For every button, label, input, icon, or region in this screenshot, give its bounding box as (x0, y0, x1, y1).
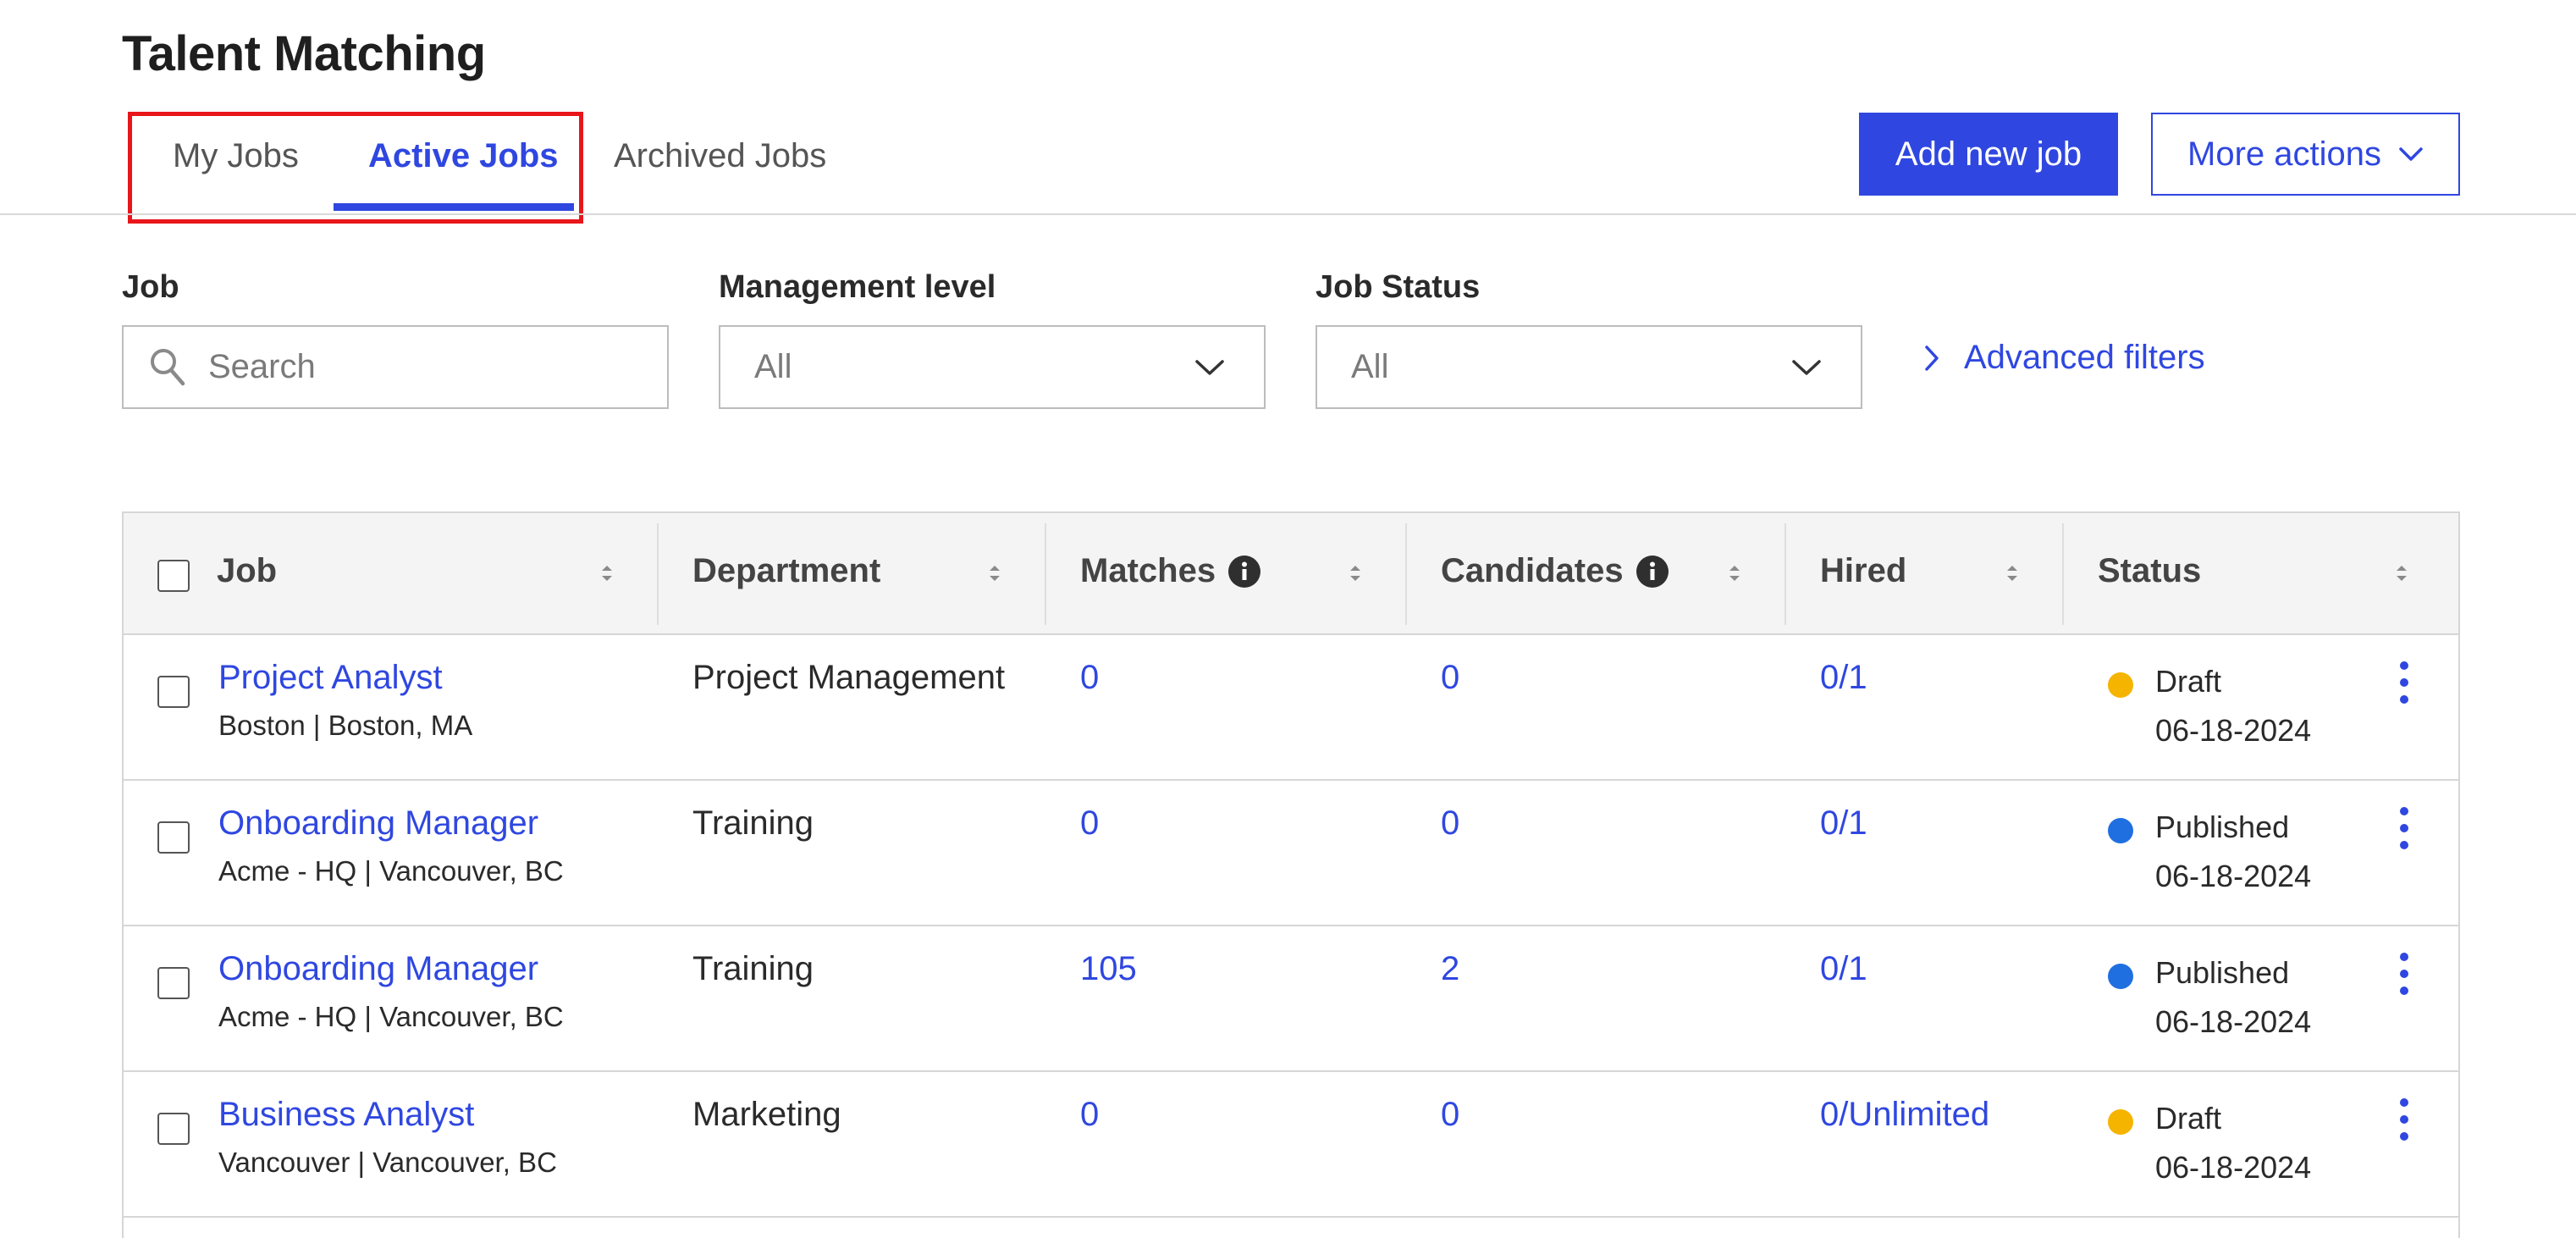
tab-archived-jobs[interactable]: Archived Jobs (614, 137, 826, 175)
table-row: Business Analyst Vancouver | Vancouver, … (124, 1072, 2458, 1218)
column-separator (1784, 523, 1786, 625)
job-search-input[interactable]: Search (122, 325, 669, 409)
column-label: Status (2098, 552, 2202, 589)
column-label: Candidates (1441, 552, 1624, 589)
candidates-link[interactable]: 0 (1441, 804, 1459, 843)
hired-link[interactable]: 0/Unlimited (1820, 1096, 1989, 1134)
status-date: 06-18-2024 (2155, 713, 2312, 748)
job-status-label: Job Status (1316, 269, 1481, 305)
status-date: 06-18-2024 (2155, 1150, 2312, 1185)
table-row: Project Analyst Boston | Boston, MA Proj… (124, 635, 2458, 781)
job-location: Vancouver | Vancouver, BC (218, 1147, 557, 1178)
more-actions-button[interactable]: More actions (2151, 113, 2460, 196)
chevron-right-icon (1925, 345, 1939, 371)
column-label: Job (217, 552, 278, 589)
page-title: Talent Matching (122, 26, 486, 81)
column-label: Hired (1820, 552, 1907, 589)
row-checkbox[interactable] (157, 821, 190, 854)
jobs-table: Job Department Matches Candidates Hired … (122, 511, 2460, 1238)
department-cell: Training (692, 804, 814, 842)
sort-icon[interactable] (2003, 561, 2022, 586)
status-dot (2108, 1109, 2133, 1135)
more-actions-label: More actions (2187, 135, 2381, 173)
status-label: Draft (2155, 664, 2222, 699)
row-checkbox[interactable] (157, 676, 190, 708)
table-row: Onboarding Manager Acme - HQ | Vancouver… (124, 926, 2458, 1072)
add-new-job-button[interactable]: Add new job (1859, 113, 2118, 196)
status-label: Published (2155, 955, 2290, 990)
info-icon[interactable] (1227, 555, 1261, 589)
kebab-menu-icon[interactable] (2387, 659, 2421, 710)
status-date: 06-18-2024 (2155, 859, 2312, 893)
job-location: Acme - HQ | Vancouver, BC (218, 855, 564, 887)
table-header: Job Department Matches Candidates Hired … (124, 513, 2458, 635)
tabs-highlight-box (128, 112, 583, 224)
department-cell: Marketing (692, 1096, 841, 1133)
column-separator (1045, 523, 1046, 625)
department-cell: Training (692, 950, 814, 987)
job-filter-label: Job (122, 269, 179, 305)
matches-link[interactable]: 0 (1080, 1096, 1099, 1134)
kebab-menu-icon[interactable] (2387, 950, 2421, 1001)
management-level-select[interactable]: All (719, 325, 1266, 409)
candidates-link[interactable]: 0 (1441, 1096, 1459, 1134)
status-dot (2108, 964, 2133, 989)
status-dot (2108, 672, 2133, 698)
job-title-link[interactable]: Project Analyst (218, 659, 443, 697)
kebab-menu-icon[interactable] (2387, 804, 2421, 855)
column-header-hired[interactable]: Hired (1820, 552, 1906, 590)
column-header-department[interactable]: Department (692, 552, 880, 590)
select-all-checkbox[interactable] (157, 560, 190, 592)
hired-link[interactable]: 0/1 (1820, 659, 1867, 697)
matches-link[interactable]: 105 (1080, 950, 1137, 988)
column-separator (657, 523, 659, 625)
table-row: Onboarding Manager Acme - HQ | Vancouver… (124, 781, 2458, 926)
job-title-link[interactable]: Onboarding Manager (218, 950, 538, 988)
column-header-candidates[interactable]: Candidates (1441, 552, 1669, 590)
search-icon (151, 348, 185, 385)
matches-link[interactable]: 0 (1080, 804, 1099, 843)
sort-icon[interactable] (1725, 561, 1744, 586)
management-level-label: Management level (719, 269, 996, 305)
chevron-down-icon (1792, 359, 1821, 375)
column-separator (1405, 523, 1407, 625)
job-title-link[interactable]: Business Analyst (218, 1096, 474, 1134)
chevron-down-icon (2399, 147, 2423, 161)
sort-icon[interactable] (598, 561, 616, 586)
job-status-select[interactable]: All (1316, 325, 1862, 409)
job-location: Acme - HQ | Vancouver, BC (218, 1001, 564, 1032)
column-header-status[interactable]: Status (2098, 552, 2201, 590)
status-dot (2108, 818, 2133, 843)
row-checkbox[interactable] (157, 1113, 190, 1145)
management-level-value: All (754, 348, 792, 385)
department-cell: Project Management (692, 659, 1006, 696)
hired-link[interactable]: 0/1 (1820, 950, 1867, 988)
status-label: Draft (2155, 1101, 2222, 1136)
chevron-down-icon (1195, 359, 1224, 375)
advanced-filters-link[interactable]: Advanced filters (1923, 339, 2205, 377)
kebab-menu-icon[interactable] (2387, 1096, 2421, 1147)
job-location: Boston | Boston, MA (218, 710, 473, 741)
sort-icon[interactable] (985, 561, 1004, 586)
column-label: Department (692, 552, 881, 589)
column-header-matches[interactable]: Matches (1080, 552, 1261, 590)
sort-icon[interactable] (2392, 561, 2411, 586)
status-date: 06-18-2024 (2155, 1004, 2312, 1039)
candidates-link[interactable]: 0 (1441, 659, 1459, 697)
candidates-link[interactable]: 2 (1441, 950, 1459, 988)
job-title-link[interactable]: Onboarding Manager (218, 804, 538, 843)
job-status-value: All (1351, 348, 1389, 385)
job-search-placeholder: Search (208, 348, 316, 385)
status-label: Published (2155, 810, 2290, 844)
column-separator (2062, 523, 2064, 625)
advanced-filters-label: Advanced filters (1964, 339, 2205, 376)
column-header-job[interactable]: Job (217, 552, 277, 590)
column-label: Matches (1080, 552, 1216, 589)
matches-link[interactable]: 0 (1080, 659, 1099, 697)
sort-icon[interactable] (1346, 561, 1365, 586)
hired-link[interactable]: 0/1 (1820, 804, 1867, 843)
info-icon[interactable] (1636, 555, 1669, 589)
header-divider (0, 213, 2576, 215)
row-checkbox[interactable] (157, 967, 190, 999)
